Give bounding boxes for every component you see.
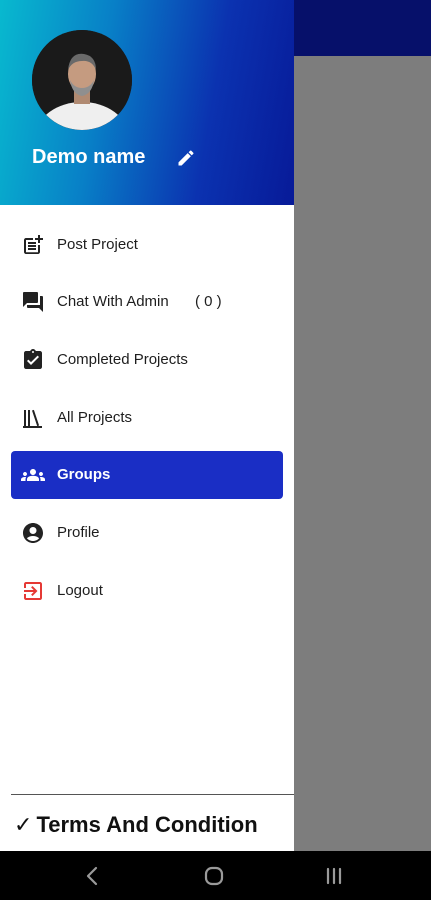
check-icon: ✓ [14, 812, 33, 837]
post-add-icon [21, 233, 45, 257]
unread-count: ( 0 ) [195, 293, 222, 310]
pencil-icon[interactable] [176, 148, 196, 168]
menu-item-all-projects[interactable]: All Projects [11, 394, 283, 442]
library-books-icon [21, 406, 45, 430]
menu-item-label: Chat With Admin [57, 293, 169, 310]
account-circle-icon [21, 521, 45, 545]
navigation-drawer: Demo name Post Project Chat With Admin (… [0, 0, 294, 851]
avatar[interactable] [32, 30, 132, 130]
chat-bubbles-icon [21, 290, 45, 314]
menu-item-logout[interactable]: Logout [11, 567, 283, 615]
menu-item-label: Logout [57, 582, 103, 599]
menu-item-label: Completed Projects [57, 351, 188, 368]
footer-divider [11, 794, 294, 795]
drawer-header: Demo name [0, 0, 294, 205]
menu-item-label: Profile [57, 524, 100, 541]
avatar-image [32, 30, 132, 130]
menu-item-profile[interactable]: Profile [11, 509, 283, 557]
menu-item-groups[interactable]: Groups [11, 451, 283, 499]
system-navigation-bar [0, 851, 431, 900]
menu-item-label: Post Project [57, 236, 138, 253]
menu-item-post-project[interactable]: Post Project [11, 221, 283, 269]
clipboard-check-icon [21, 348, 45, 372]
menu-item-label: Groups [57, 466, 111, 483]
menu-item-label: All Projects [57, 409, 133, 426]
groups-icon [21, 463, 45, 487]
menu-item-chat-with-admin[interactable]: Chat With Admin ( 0 ) [11, 278, 283, 326]
user-name: Demo name [32, 146, 146, 168]
menu-item-completed-projects[interactable]: Completed Projects [11, 336, 283, 384]
recent-apps-icon[interactable] [321, 863, 347, 889]
back-icon[interactable] [80, 863, 106, 889]
terms-and-condition-link[interactable]: ✓ Terms And Condition [14, 812, 258, 838]
terms-label: Terms And Condition [36, 812, 258, 837]
home-icon[interactable] [201, 863, 227, 889]
logout-icon [21, 579, 45, 603]
